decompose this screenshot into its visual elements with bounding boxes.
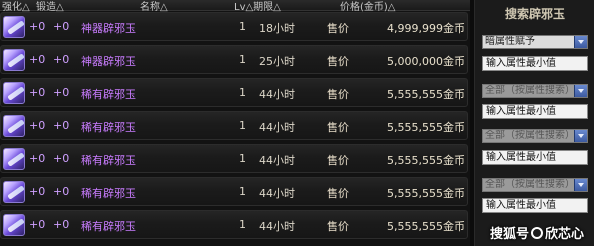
amplify-value: +0 (53, 53, 70, 66)
panel-title: 搜索辟邪玉 (504, 7, 565, 21)
item-price: 4,999,999金币 (387, 22, 465, 35)
sell-label: 售价 (327, 55, 349, 68)
item-count: 1 (239, 119, 246, 132)
sohu-logo-icon (530, 227, 543, 239)
item-count: 1 (239, 20, 246, 33)
sell-label: 售价 (327, 121, 349, 134)
amplify-value: +0 (53, 119, 70, 132)
attribute-min-input[interactable]: 输入属性最小值 (482, 56, 588, 71)
item-price: 5,555,555金币 (387, 121, 465, 134)
item-time: 44小时 (259, 220, 295, 233)
item-time: 25小时 (259, 55, 295, 68)
item-count: 1 (239, 218, 246, 231)
item-price: 5,555,555金币 (387, 187, 465, 200)
table-row[interactable]: +0 +0 稀有辟邪玉 1 44小时 售价 5,555,555金币 (0, 210, 468, 239)
item-price: 5,555,555金币 (387, 154, 465, 167)
jade-item-icon[interactable] (3, 49, 25, 71)
enhance-value: +0 (29, 53, 46, 66)
item-name: 神器辟邪玉 (81, 22, 136, 35)
chevron-down-icon[interactable] (574, 85, 587, 97)
chevron-down-icon[interactable] (574, 179, 587, 191)
sell-label: 售价 (327, 220, 349, 233)
amplify-value: +0 (53, 218, 70, 231)
watermark-prefix: 搜狐号 (489, 227, 529, 242)
watermark: 搜狐号 欣芯心 (490, 223, 584, 242)
enhance-value: +0 (29, 20, 46, 33)
chevron-down-icon[interactable] (574, 36, 587, 48)
watermark-suffix: 欣芯心 (544, 227, 584, 242)
item-price: 5,000,000金币 (387, 55, 465, 68)
amplify-value: +0 (53, 86, 70, 99)
enhance-value: +0 (29, 86, 46, 99)
item-name: 稀有辟邪玉 (81, 88, 136, 101)
table-row[interactable]: +0 +0 稀有辟邪玉 1 44小时 售价 5,555,555金币 (0, 78, 468, 107)
attribute-select[interactable]: 全部（按属性搜索） (482, 84, 588, 98)
sell-label: 售价 (327, 22, 349, 35)
jade-item-icon[interactable] (3, 115, 25, 137)
item-count: 1 (239, 152, 246, 165)
item-time: 18小时 (259, 22, 295, 35)
item-name: 神器辟邪玉 (81, 55, 136, 68)
jade-item-icon[interactable] (3, 82, 25, 104)
jade-item-icon[interactable] (3, 148, 25, 170)
amplify-value: +0 (53, 185, 70, 198)
table-row[interactable]: +0 +0 稀有辟邪玉 1 44小时 售价 5,555,555金币 (0, 177, 468, 206)
item-name: 稀有辟邪玉 (81, 121, 136, 134)
search-panel: 搜索辟邪玉 暗属性赋予 输入属性最小值 全部（按属性搜索） 输入属性最小值 全部… (474, 0, 594, 246)
item-time: 44小时 (259, 154, 295, 167)
auction-listing: 强化△ 锻造△ 名称△ Lv△期限△ 价格(金币)△ +0 +0 神器辟邪玉 1… (0, 0, 470, 246)
item-price: 5,555,555金币 (387, 220, 465, 233)
attribute-select-value: 全部（按属性搜索） (485, 179, 575, 190)
item-name: 稀有辟邪玉 (81, 220, 136, 233)
item-time: 44小时 (259, 88, 295, 101)
item-count: 1 (239, 185, 246, 198)
attribute-min-input[interactable]: 输入属性最小值 (482, 198, 588, 213)
sell-label: 售价 (327, 187, 349, 200)
enhance-value: +0 (29, 119, 46, 132)
item-count: 1 (239, 86, 246, 99)
jade-item-icon[interactable] (3, 181, 25, 203)
attribute-select[interactable]: 全部（按属性搜索） (482, 129, 588, 143)
amplify-value: +0 (53, 20, 70, 33)
table-row[interactable]: +0 +0 神器辟邪玉 1 25小时 售价 5,000,000金币 (0, 45, 468, 74)
item-name: 稀有辟邪玉 (81, 187, 136, 200)
enhance-value: +0 (29, 185, 46, 198)
jade-item-icon[interactable] (3, 214, 25, 236)
jade-item-icon[interactable] (3, 16, 25, 38)
attribute-min-input[interactable]: 输入属性最小值 (482, 104, 588, 119)
item-count: 1 (239, 53, 246, 66)
item-time: 44小时 (259, 187, 295, 200)
sell-label: 售价 (327, 88, 349, 101)
item-name: 稀有辟邪玉 (81, 154, 136, 167)
table-row[interactable]: +0 +0 神器辟邪玉 1 18小时 售价 4,999,999金币 (0, 12, 468, 41)
sell-label: 售价 (327, 154, 349, 167)
enhance-value: +0 (29, 218, 46, 231)
chevron-down-icon[interactable] (574, 130, 587, 142)
attribute-select-value: 全部（按属性搜索） (485, 130, 575, 141)
listing-header: 强化△ 锻造△ 名称△ Lv△期限△ 价格(金币)△ (0, 0, 470, 13)
amplify-value: +0 (53, 152, 70, 165)
attribute-min-input[interactable]: 输入属性最小值 (482, 150, 588, 165)
attribute-select[interactable]: 暗属性赋予 (482, 35, 588, 49)
item-time: 44小时 (259, 121, 295, 134)
attribute-select-value: 暗属性赋予 (485, 36, 535, 47)
enhance-value: +0 (29, 152, 46, 165)
item-price: 5,555,555金币 (387, 88, 465, 101)
attribute-select[interactable]: 全部（按属性搜索） (482, 178, 588, 192)
table-row[interactable]: +0 +0 稀有辟邪玉 1 44小时 售价 5,555,555金币 (0, 144, 468, 173)
attribute-select-value: 全部（按属性搜索） (485, 85, 575, 96)
table-row[interactable]: +0 +0 稀有辟邪玉 1 44小时 售价 5,555,555金币 (0, 111, 468, 140)
